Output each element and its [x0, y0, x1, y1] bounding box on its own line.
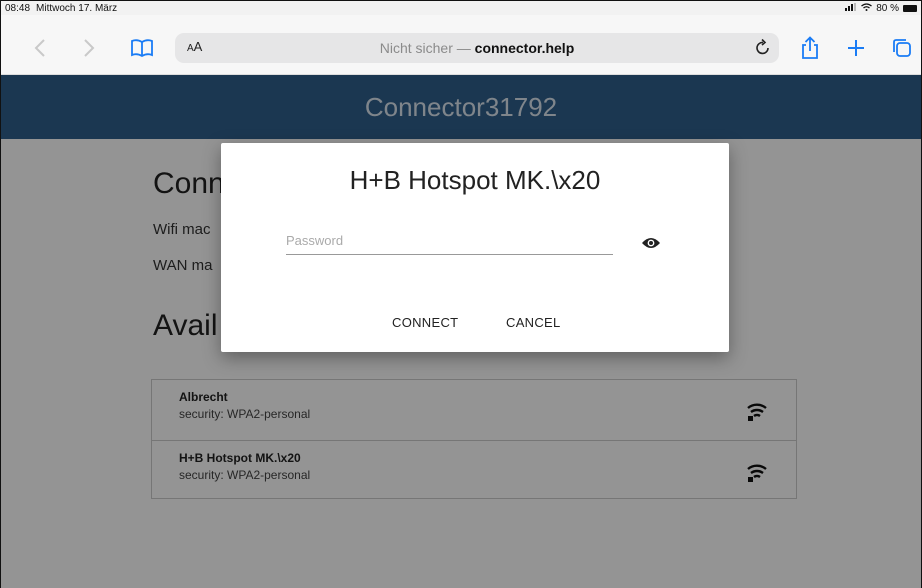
share-icon[interactable]	[797, 35, 823, 61]
battery-icon	[903, 4, 917, 12]
status-date: Mittwoch 17. März	[36, 2, 118, 14]
connect-button[interactable]: CONNECT	[392, 315, 458, 330]
url-domain: connector.help	[474, 40, 575, 56]
book-icon[interactable]	[129, 35, 155, 61]
reload-icon[interactable]	[755, 38, 771, 61]
status-bar: 08:48 Mittwoch 17. März 80 %	[1, 1, 921, 15]
connect-dialog: H+B Hotspot MK.\x20 CONNECT CANCEL	[221, 143, 729, 352]
signal-icon	[845, 2, 857, 14]
dialog-title: H+B Hotspot MK.\x20	[349, 165, 601, 195]
browser-toolbar: AA Nicht sicher — connector.help	[1, 15, 921, 75]
url-security-warning: Nicht sicher —	[379, 40, 475, 56]
password-input[interactable]	[286, 227, 613, 255]
plus-icon[interactable]	[843, 35, 869, 61]
status-time: 08:48	[5, 2, 31, 14]
chevron-right-icon[interactable]	[76, 35, 102, 61]
tabs-icon[interactable]	[889, 35, 915, 61]
address-bar[interactable]: AA Nicht sicher — connector.help	[175, 33, 779, 63]
wifi-status-icon	[861, 2, 873, 14]
chevron-left-icon[interactable]	[27, 35, 53, 61]
battery-percent: 80 %	[876, 2, 899, 14]
url-text: Nicht sicher — connector.help	[175, 40, 779, 56]
eye-icon[interactable]	[641, 236, 661, 250]
cancel-button[interactable]: CANCEL	[506, 315, 561, 330]
